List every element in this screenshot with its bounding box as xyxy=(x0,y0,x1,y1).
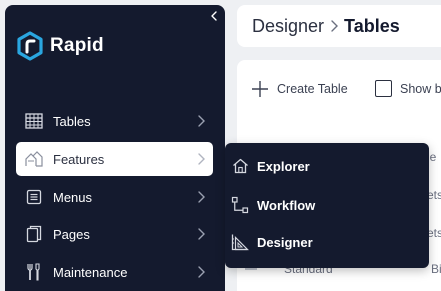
app-logo[interactable]: Rapid xyxy=(17,31,104,61)
rapid-logo-icon xyxy=(17,31,43,61)
sidebar-item-features[interactable]: Features xyxy=(16,142,213,176)
create-table-label: Create Table xyxy=(277,82,348,96)
wrench-icon xyxy=(18,255,50,289)
chevron-left-icon xyxy=(211,11,217,21)
show-checkbox[interactable] xyxy=(375,80,392,97)
sidebar-item-label: Pages xyxy=(53,226,90,242)
plus-icon xyxy=(252,81,268,97)
sidebar-item-label: Maintenance xyxy=(53,264,128,280)
sidebar: Rapid Tables Features Menus Pages Mainte… xyxy=(5,5,225,291)
collapse-sidebar-button[interactable] xyxy=(207,8,221,24)
show-toggle: Show b xyxy=(375,80,441,97)
menu-item-label: Explorer xyxy=(257,158,310,174)
sidebar-item-label: Features xyxy=(53,151,105,167)
show-label: Show b xyxy=(400,81,441,96)
sidebar-item-label: Menus xyxy=(53,189,93,205)
home-icon xyxy=(227,153,253,179)
chevron-right-icon xyxy=(193,189,209,205)
sidebar-item-pages[interactable]: Pages xyxy=(16,217,213,251)
sidebar-item-menus[interactable]: Menus xyxy=(16,180,213,214)
workflow-icon xyxy=(227,192,253,218)
chevron-right-icon xyxy=(193,151,209,167)
chevron-right-icon xyxy=(193,113,209,129)
menu-list-icon xyxy=(18,180,50,214)
chevron-right-icon xyxy=(193,226,209,242)
features-flyout-menu: Explorer Workflow Designer xyxy=(225,143,429,268)
pages-icon xyxy=(18,217,50,251)
sidebar-item-label: Tables xyxy=(53,113,91,129)
sidebar-item-maintenance[interactable]: Maintenance xyxy=(16,255,213,289)
designer-icon xyxy=(227,229,253,255)
table-cell: ets xyxy=(427,226,441,240)
menu-item-designer[interactable]: Designer xyxy=(225,224,429,260)
menu-item-label: Designer xyxy=(257,234,313,250)
features-icon xyxy=(18,142,50,176)
sidebar-item-tables[interactable]: Tables xyxy=(16,104,213,138)
create-table-button[interactable]: Create Table xyxy=(251,80,348,98)
breadcrumb: Designer Tables xyxy=(237,5,441,47)
chevron-right-icon xyxy=(324,20,344,32)
table-cell: ets xyxy=(427,188,441,202)
page-title: Tables xyxy=(344,15,400,36)
menu-item-workflow[interactable]: Workflow xyxy=(225,187,429,223)
app-name: Rapid xyxy=(50,35,104,56)
menu-item-explorer[interactable]: Explorer xyxy=(225,148,429,184)
breadcrumb-designer[interactable]: Designer xyxy=(252,16,324,37)
table-grid-icon xyxy=(18,104,50,138)
menu-item-label: Workflow xyxy=(257,197,316,213)
chevron-right-icon xyxy=(193,264,209,280)
table-cell: Bill Lin xyxy=(431,262,441,276)
